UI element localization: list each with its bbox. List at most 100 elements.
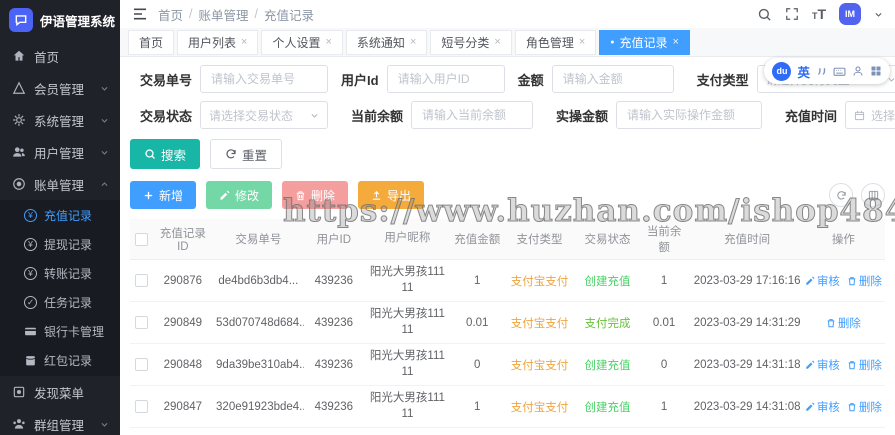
sidebar-item-system[interactable]: 系统管理 <box>0 104 120 136</box>
task-icon: ✓ <box>24 296 37 309</box>
sidebar-item-label: 用户管理 <box>34 143 84 162</box>
sidebar-item-bankcard-manage[interactable]: 银行卡管理 <box>0 317 120 346</box>
sidebar-item-group[interactable]: 群组管理 <box>0 408 120 435</box>
font-size-icon[interactable]: TT <box>812 7 826 21</box>
row-checkbox[interactable] <box>135 274 148 287</box>
column-settings-icon[interactable] <box>861 183 885 207</box>
chevron-down-icon <box>100 148 109 157</box>
trade-no-input[interactable] <box>209 71 319 87</box>
search-row: 搜索 重置 <box>130 139 885 169</box>
select-all-checkbox[interactable] <box>135 233 148 246</box>
row-action[interactable]: 删除 <box>847 273 882 289</box>
close-icon[interactable]: × <box>579 36 585 48</box>
gear-icon <box>11 113 26 127</box>
ime-brand-icon[interactable]: du <box>772 62 791 81</box>
app-logo[interactable]: 伊语管理系统 <box>0 0 120 40</box>
close-icon[interactable]: × <box>325 36 331 48</box>
tab-home[interactable]: 首页 <box>128 30 174 55</box>
ime-toolbar[interactable]: du 英 <box>764 58 890 84</box>
cell-recharge-id: 290876 <box>153 275 213 287</box>
sidebar-item-withdraw-records[interactable]: ¥ 提现记录 <box>0 230 120 259</box>
row-checkbox[interactable] <box>135 316 148 329</box>
row-action[interactable]: 审核 <box>805 273 840 289</box>
table-header-row: 充值记录ID 交易单号 用户ID 用户昵称 充值金额 支付类型 交易状态 当前余… <box>130 219 885 260</box>
row-checkbox[interactable] <box>135 400 148 413</box>
sidebar-item-bill[interactable]: 账单管理 <box>0 168 120 200</box>
fullscreen-icon[interactable] <box>785 7 799 21</box>
user-id-input[interactable] <box>396 71 496 87</box>
row-action[interactable]: 审核 <box>805 399 840 415</box>
export-icon <box>371 190 382 201</box>
breadcrumb-item[interactable]: 首页 <box>158 5 183 24</box>
keyboard-icon[interactable] <box>833 65 846 78</box>
current-balance-input[interactable] <box>420 107 524 123</box>
chevron-down-icon[interactable] <box>874 10 883 19</box>
sidebar-item-user[interactable]: 用户管理 <box>0 136 120 168</box>
filter-label: 用户Id <box>341 70 379 89</box>
collapse-sidebar-icon[interactable] <box>132 6 148 22</box>
table-row: 290847 320e91923bde4... 439236 阳光大男孩111 … <box>130 386 885 428</box>
filter-trade-no: 交易单号 <box>130 65 328 93</box>
sidebar-item-recharge-records[interactable]: ¥ 充值记录 <box>0 201 120 230</box>
sidebar-item-label: 红包记录 <box>44 352 92 369</box>
user-icon[interactable] <box>852 65 864 77</box>
sidebar-item-member[interactable]: 会员管理 <box>0 72 120 104</box>
row-action[interactable]: 删除 <box>847 357 882 373</box>
sidebar-item-discover[interactable]: 发现菜单 <box>0 376 120 408</box>
cell-pay-type: 支付宝支付 <box>504 315 576 331</box>
tab-role-manage[interactable]: 角色管理× <box>515 30 596 55</box>
row-action[interactable]: 审核 <box>805 357 840 373</box>
cell-recharge-id: 290849 <box>153 317 213 329</box>
ime-punctuation-icon[interactable] <box>816 66 827 77</box>
sidebar-item-redpacket-records[interactable]: 红包记录 <box>0 346 120 375</box>
search-button[interactable]: 搜索 <box>130 139 200 169</box>
export-button[interactable]: 导出 <box>358 181 424 209</box>
tab-user-list[interactable]: 用户列表× <box>177 30 258 55</box>
tab-recharge-records[interactable]: ●充值记录× <box>599 30 690 55</box>
sidebar-item-home[interactable]: 首页 <box>0 40 120 72</box>
row-action[interactable]: 删除 <box>847 399 882 415</box>
sidebar-item-transfer-records[interactable]: ¥ 转账记录 <box>0 259 120 288</box>
tab-system-notice[interactable]: 系统通知× <box>346 30 427 55</box>
cell-trade-no: 9da39be310ab4... <box>213 359 304 371</box>
search-icon[interactable] <box>757 7 772 22</box>
row-action[interactable]: 删除 <box>826 315 861 331</box>
breadcrumb-item[interactable]: 账单管理 <box>199 5 249 24</box>
add-button[interactable]: 新增 <box>130 181 196 209</box>
tab-short-number-category[interactable]: 短号分类× <box>430 30 511 55</box>
group-icon <box>11 417 26 431</box>
cell-operations: 审核 删除 <box>806 357 882 373</box>
close-icon[interactable]: × <box>494 36 500 48</box>
refresh-table-icon[interactable] <box>829 183 853 207</box>
close-icon[interactable]: × <box>410 36 416 48</box>
avatar[interactable]: IM <box>839 3 861 25</box>
row-checkbox[interactable] <box>135 358 148 371</box>
recharge-time-picker[interactable]: 选择时间 <box>845 101 895 129</box>
close-icon[interactable]: × <box>241 36 247 48</box>
cell-operations: 删除 <box>806 315 882 331</box>
grid-menu-icon[interactable] <box>870 65 882 77</box>
edit-button[interactable]: 修改 <box>206 181 272 209</box>
tab-profile-settings[interactable]: 个人设置× <box>261 30 342 55</box>
delete-button[interactable]: 删除 <box>282 181 348 209</box>
cell-recharge-time: 2023-03-29 14:31:08 <box>689 401 806 413</box>
close-icon[interactable]: × <box>673 36 679 48</box>
sidebar-item-label: 转账记录 <box>44 265 92 282</box>
row-action-label: 删除 <box>859 273 882 289</box>
ime-language-mode[interactable]: 英 <box>797 62 810 81</box>
search-icon <box>144 148 156 160</box>
trade-status-select[interactable]: 请选择交易状态 <box>200 101 328 129</box>
cell-user-id: 439236 <box>304 275 364 287</box>
amount-input[interactable] <box>561 71 665 87</box>
row-action-label: 删除 <box>859 357 882 373</box>
cell-recharge-amount: 0 <box>451 359 504 371</box>
actual-amount-input[interactable] <box>625 107 753 123</box>
reset-button[interactable]: 重置 <box>210 139 282 169</box>
cell-trade-no: de4bd6b3db4... <box>213 275 304 287</box>
sidebar-item-label: 会员管理 <box>34 79 84 98</box>
table-row: 290848 9da39be310ab4... 439236 阳光大男孩111 … <box>130 344 885 386</box>
col-header: 充值金额 <box>451 231 504 247</box>
bankcard-icon <box>24 325 37 338</box>
sidebar-item-task-records[interactable]: ✓ 任务记录 <box>0 288 120 317</box>
chevron-down-icon <box>100 84 109 93</box>
